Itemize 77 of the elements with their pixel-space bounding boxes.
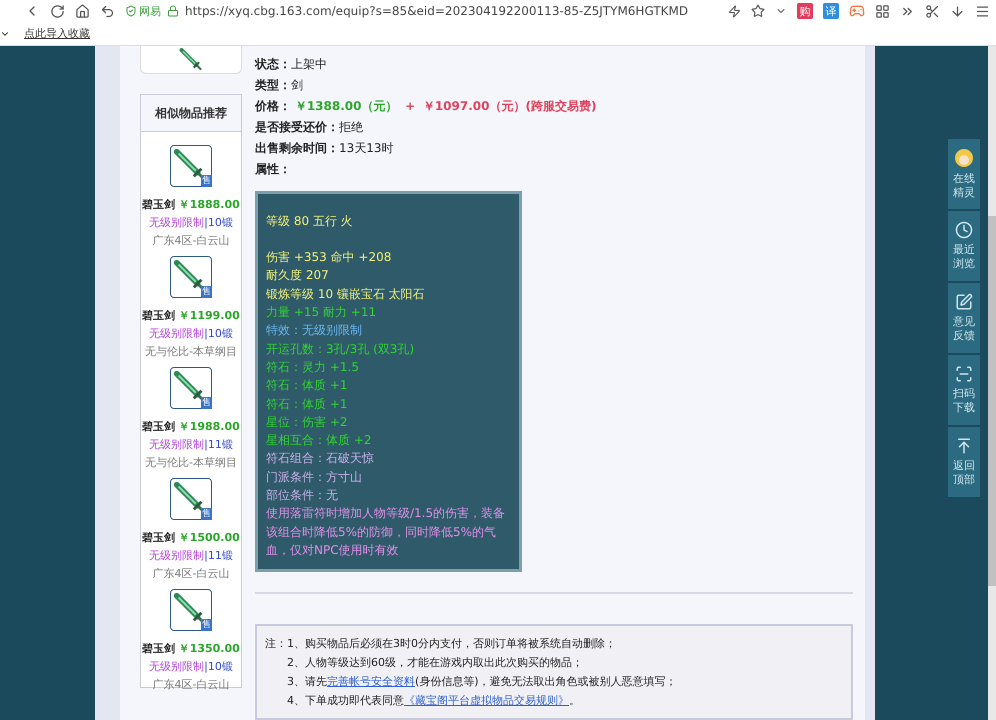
item-icon[interactable]: 售 — [170, 145, 212, 187]
side-button[interactable]: 最近浏览 — [948, 211, 980, 281]
lock-icon — [167, 5, 179, 17]
site-badge: 网易 — [125, 4, 161, 18]
gamepad-icon[interactable] — [849, 3, 865, 19]
side-button[interactable]: 返回顶部 — [948, 427, 980, 497]
rules-link[interactable]: 完善帐号安全资料 — [327, 675, 415, 688]
item-server: 广东4区-白云山 — [152, 566, 230, 581]
attribute-line: 锻炼等级 10 镶嵌宝石 太阳石 — [266, 286, 426, 303]
detail-row-text: 类型：剑 — [255, 77, 304, 94]
attribute-line: 星相互合：体质 +2 — [266, 432, 373, 450]
undo-icon[interactable] — [100, 4, 115, 18]
extension-icon[interactable]: 购 — [797, 3, 813, 19]
attribute-line: 特效：无级别限制 — [266, 322, 363, 340]
home-icon[interactable] — [75, 4, 90, 18]
scrollbar-thumb[interactable] — [988, 216, 996, 586]
attribute-line: 符石：灵力 +1.5 — [266, 358, 360, 376]
extension-icon[interactable]: 译 — [823, 3, 839, 19]
lightning-icon[interactable] — [728, 4, 741, 18]
item-name-price: 碧玉剑 ￥1199.00 — [142, 308, 240, 323]
download-icon[interactable] — [950, 4, 965, 18]
note-text: 3、请先完善帐号安全资料(身份信息等)，避免无法取出角色或被别人恶意填写； — [287, 674, 677, 690]
note-label: 注： — [265, 636, 287, 652]
side-button[interactable]: 在线精灵 — [948, 139, 980, 209]
item-tags: 无级别限制|10锻 — [149, 659, 233, 674]
refresh-icon[interactable] — [50, 4, 65, 18]
attribute-line: 开运孔数：3孔/3孔 (双3孔) — [266, 340, 416, 358]
item-name-price: 碧玉剑 ￥1988.00 — [142, 419, 240, 434]
attribute-line: 部位条件：无 — [266, 487, 339, 504]
note-text: 1、购买物品后必须在3时0分内支付，否则订单将被系统自动删除； — [287, 636, 617, 652]
note-text: 2、人物等级达到60级，才能在游戏内取出此次购买的物品； — [287, 655, 584, 670]
item-server: 无与伦比-本草纲目 — [145, 344, 237, 359]
attribute-line: 符石：体质 +1 — [266, 377, 349, 394]
item-name-price: 碧玉剑 ￥1888.00 — [142, 197, 240, 212]
address-field[interactable]: https://xyq.cbg.163.com/equip?s=85&eid=202304192200113-85-Z5JTYM6HGTKMD — [185, 4, 688, 18]
back-to-top-icon — [955, 437, 973, 456]
item-icon[interactable]: 售 — [170, 478, 212, 520]
attribute-line: 耐久度 207 — [266, 267, 330, 284]
attribute-line: 等级 80 五行 火 — [266, 212, 354, 230]
attribute-line: 星位：伤害 +2 — [266, 414, 349, 431]
avatar-icon — [954, 148, 974, 168]
detail-row-text: 是否接受还价：拒绝 — [255, 118, 364, 136]
item-name-price: 碧玉剑 ￥1500.00 — [142, 530, 240, 545]
clock-icon — [955, 221, 973, 240]
edit-icon — [955, 293, 973, 312]
price-row-text: 价格： ￥1388.00（元） + ￥1097.00（元）(跨服交易费) — [255, 98, 598, 116]
attribute-line: 伤害 +353 命中 +208 — [266, 249, 392, 266]
rules-link[interactable]: 《藏宝阁平台虚拟物品交易规则》 — [404, 694, 569, 708]
item-icon[interactable]: 售 — [170, 367, 212, 409]
item-server: 无与伦比-本草纲目 — [145, 455, 237, 470]
attribute-line: 符石：体质 +1 — [266, 396, 349, 413]
attribute-line: 门派条件：方寸山 — [266, 468, 363, 486]
item-server: 广东4区-白云山 — [152, 677, 230, 692]
item-server: 广东4区-白云山 — [152, 233, 230, 248]
note-text: 4、下单成功即代表同意《藏宝阁平台虚拟物品交易规则》。 — [287, 693, 581, 708]
attribute-line: 使用落雷符时增加人物等级/1.5的伤害，装备该组合时降低5%的防御，同时降低5%的气血，仅对NPC使用时有效 — [266, 505, 506, 559]
detail-row-text: 状态：上架中 — [255, 56, 328, 74]
attribute-line: 力量 +15 耐力 +11 — [266, 304, 378, 322]
side-button[interactable]: 扫码下载 — [948, 355, 980, 425]
scan-icon — [955, 365, 973, 384]
side-button[interactable]: 意见反馈 — [948, 283, 980, 353]
scissors-icon[interactable] — [925, 4, 940, 18]
grid-icon[interactable] — [875, 4, 890, 18]
detail-row-text: 出售剩余时间：13天13时 — [255, 140, 395, 157]
item-tags: 无级别限制|11锻 — [149, 548, 233, 563]
detail-row-text: 属性： — [255, 160, 292, 178]
item-tags: 无级别限制|11锻 — [149, 437, 233, 452]
item-tags: 无级别限制|10锻 — [149, 215, 233, 230]
star-icon[interactable] — [751, 4, 765, 18]
panel-title: 相似物品推荐 — [141, 95, 241, 132]
bookmark-link[interactable]: 点此导入收藏 — [24, 26, 90, 41]
item-icon[interactable]: 售 — [170, 256, 212, 298]
item-tags: 无级别限制|10锻 — [149, 326, 233, 341]
menu-icon[interactable] — [975, 4, 990, 18]
item-icon[interactable]: 售 — [170, 589, 212, 631]
item-name-price: 碧玉剑 ￥1350.00 — [142, 641, 240, 656]
attribute-line: 符石组合：石破天惊 — [266, 450, 375, 468]
